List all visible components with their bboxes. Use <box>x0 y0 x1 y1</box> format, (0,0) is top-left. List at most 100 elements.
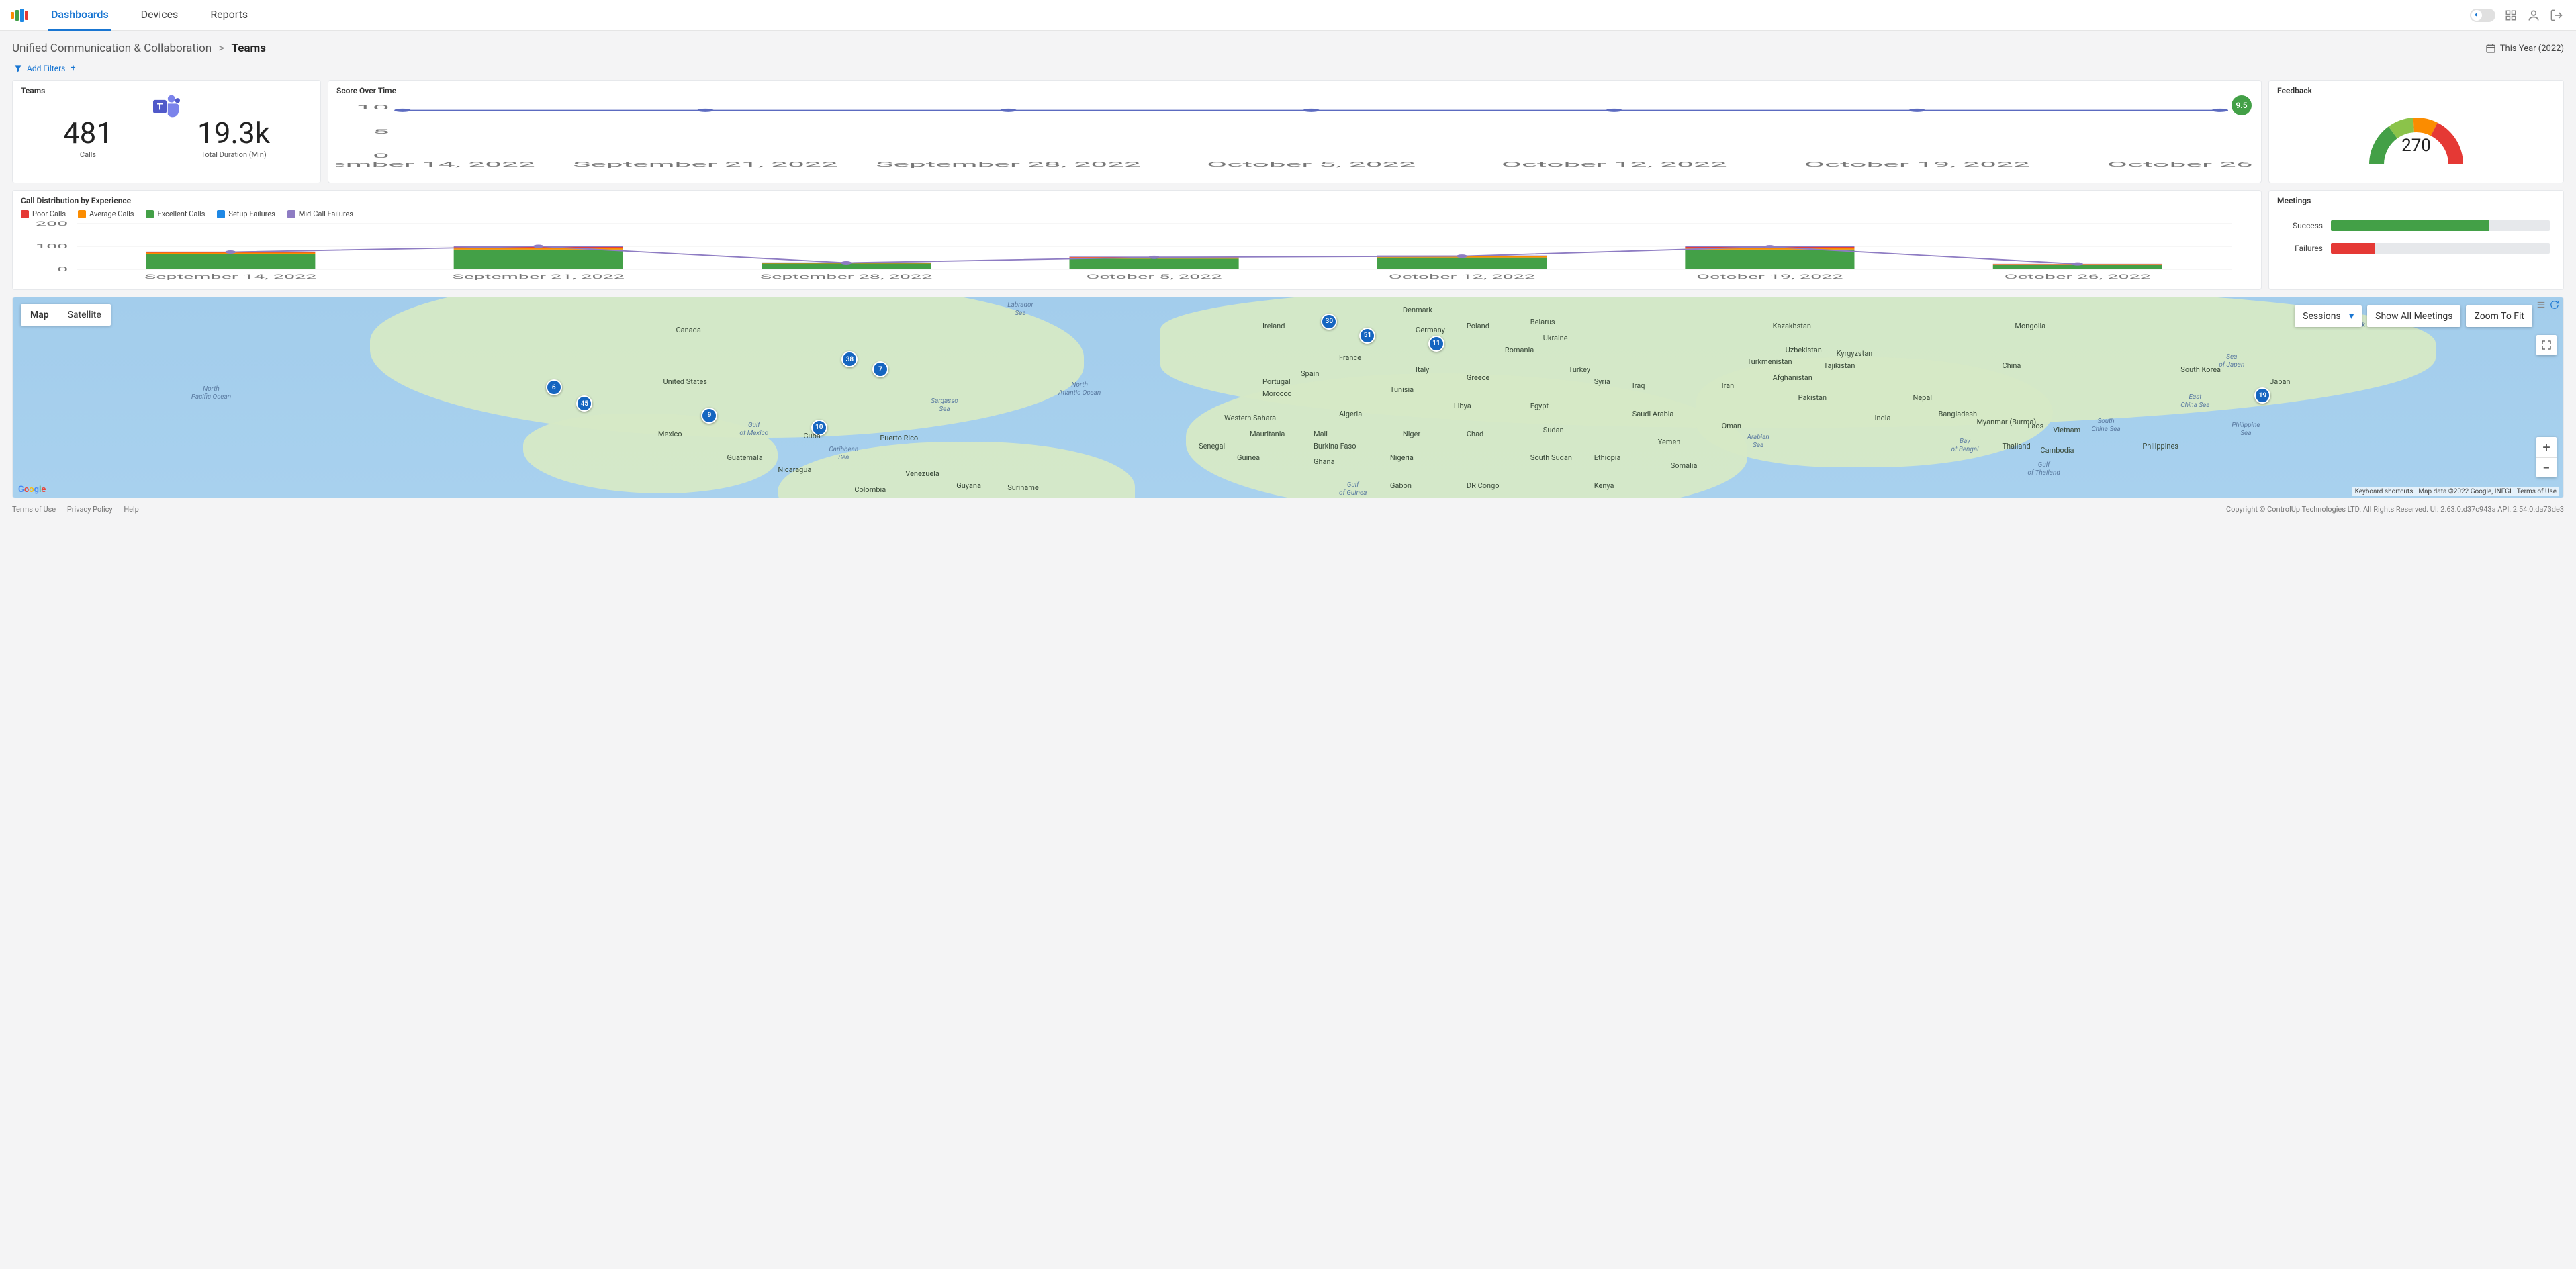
nav-tab-dashboards[interactable]: Dashboards <box>48 0 111 31</box>
map-country-label: Somalia <box>1671 461 1698 470</box>
map-marker[interactable]: 6 <box>546 379 562 395</box>
feedback-card: Feedback 270 <box>2268 80 2564 183</box>
user-icon[interactable] <box>2526 8 2541 23</box>
map-keyboard-shortcuts[interactable]: Keyboard shortcuts <box>2355 488 2413 496</box>
map-country-label: Nigeria <box>1390 453 1414 462</box>
plus-icon[interactable]: + <box>71 63 75 73</box>
map-country-label: Romania <box>1505 346 1534 355</box>
map-country-label: Nepal <box>1913 393 1933 402</box>
score-card-title: Score Over Time <box>336 86 2253 95</box>
moon-icon: ◐ <box>2471 10 2482 21</box>
calls-label: Calls <box>63 150 113 159</box>
map-country-label: Uzbekistan <box>1786 346 1822 355</box>
map-type-satellite[interactable]: Satellite <box>58 304 111 326</box>
logout-icon[interactable] <box>2549 8 2564 23</box>
map-country-label: Ethiopia <box>1594 453 1621 462</box>
calendar-icon <box>2485 43 2496 54</box>
map-water-label: Gulfof Mexico <box>739 422 768 438</box>
feedback-card-title: Feedback <box>2277 86 2555 95</box>
map-country-label: Sudan <box>1543 426 1564 434</box>
map-water-label: EastChina Sea <box>2180 393 2209 410</box>
map-country-label: Guyana <box>956 481 981 490</box>
grid-icon[interactable] <box>2503 8 2518 23</box>
map-type-map[interactable]: Map <box>21 304 58 326</box>
svg-text:October 5, 2022: October 5, 2022 <box>1207 161 1416 168</box>
date-range-picker[interactable]: This Year (2022) <box>2485 43 2564 54</box>
map-country-label: Iraq <box>1632 381 1645 390</box>
add-filters-button[interactable]: Add Filters <box>27 64 65 73</box>
score-line-chart: 0510September 14, 2022September 21, 2022… <box>336 103 2253 168</box>
footer-right: Copyright © ControlUp Technologies LTD. … <box>2226 505 2564 514</box>
svg-text:September 28, 2022: September 28, 2022 <box>760 273 932 280</box>
map-water-label: ArabianSea <box>1747 434 1769 450</box>
svg-text:10: 10 <box>356 104 389 111</box>
svg-text:September 14, 2022: September 14, 2022 <box>336 161 535 168</box>
distribution-card: Call Distribution by Experience Poor Cal… <box>12 190 2262 290</box>
map-country-label: Kenya <box>1594 481 1614 490</box>
map-card: 64591038730511119CanadaUnited StatesMexi… <box>12 297 2564 498</box>
fullscreen-icon[interactable] <box>2536 335 2557 355</box>
map-water-label: NorthAtlantic Ocean <box>1058 381 1101 397</box>
map-country-label: China <box>2002 361 2021 370</box>
legend-item[interactable]: Poor Calls <box>21 209 66 218</box>
date-range-label: This Year (2022) <box>2500 44 2564 54</box>
map-country-label: Tajikistan <box>1824 361 1855 370</box>
map-water-label: NorthPacific Ocean <box>191 385 231 402</box>
map-country-label: Turkey <box>1569 365 1590 374</box>
breadcrumb-separator: > <box>218 42 224 55</box>
calls-metric: 481 Calls <box>63 118 113 159</box>
legend-item[interactable]: Average Calls <box>78 209 134 218</box>
legend-item[interactable]: Mid-Call Failures <box>287 209 353 218</box>
duration-metric: 19.3k Total Duration (Min) <box>197 118 270 159</box>
filters-row: Add Filters + <box>12 60 2564 80</box>
footer-privacy[interactable]: Privacy Policy <box>67 505 113 514</box>
map-marker[interactable]: 51 <box>1359 328 1375 344</box>
menu-icon[interactable] <box>2536 300 2546 310</box>
map-country-label: Vietnam <box>2053 426 2080 434</box>
map-country-label: Suriname <box>1007 483 1039 492</box>
map-country-label: Cambodia <box>2040 446 2074 455</box>
map-country-label: Oman <box>1722 422 1741 430</box>
map-country-label: Libya <box>1454 402 1471 410</box>
map-country-label: Senegal <box>1199 442 1225 451</box>
svg-text:October 26, 2022: October 26, 2022 <box>2005 273 2151 280</box>
svg-text:0: 0 <box>373 152 389 160</box>
score-card: Score Over Time 9.5 0510September 14, 20… <box>328 80 2262 183</box>
map-country-label: Spain <box>1301 369 1319 378</box>
map-credits: Keyboard shortcuts Map data ©2022 Google… <box>2352 487 2559 496</box>
zoom-out-button[interactable]: − <box>2536 457 2557 477</box>
duration-value: 19.3k <box>197 118 270 148</box>
map-country-label: France <box>1339 353 1361 362</box>
feedback-gauge: 270 <box>2356 104 2477 171</box>
footer-terms[interactable]: Terms of Use <box>12 505 56 514</box>
map-country-label: Pakistan <box>1798 393 1827 402</box>
map-country-label: Gabon <box>1390 481 1412 490</box>
svg-text:October 12, 2022: October 12, 2022 <box>1389 273 1535 280</box>
svg-text:October 19, 2022: October 19, 2022 <box>1696 273 1843 280</box>
map-country-label: Egypt <box>1530 402 1549 410</box>
distribution-chart: 0100200September 14, 2022September 21, 2… <box>21 221 2253 280</box>
svg-text:October 19, 2022: October 19, 2022 <box>1804 161 2030 168</box>
map-country-label: Ukraine <box>1543 334 1568 342</box>
refresh-icon[interactable] <box>2550 300 2559 310</box>
svg-text:September 14, 2022: September 14, 2022 <box>144 273 316 280</box>
nav-tab-devices[interactable]: Devices <box>138 0 181 31</box>
map-country-label: Mexico <box>658 430 682 438</box>
top-nav: Dashboards Devices Reports ◐ <box>0 0 2576 31</box>
zoom-in-button[interactable]: + <box>2536 437 2557 457</box>
legend-item[interactable]: Setup Failures <box>217 209 275 218</box>
map-country-label: Niger <box>1403 430 1420 438</box>
map-country-label: Nicaragua <box>778 465 811 474</box>
theme-toggle[interactable]: ◐ <box>2470 9 2495 22</box>
svg-text:October 26, 2022: October 26, 2022 <box>2107 161 2253 168</box>
map-country-label: Italy <box>1416 365 1429 374</box>
svg-text:October 12, 2022: October 12, 2022 <box>1502 161 1727 168</box>
map-marker[interactable]: 11 <box>1428 336 1444 352</box>
footer-help[interactable]: Help <box>124 505 139 514</box>
distribution-legend: Poor Calls Average Calls Excellent Calls Se… <box>21 209 2253 218</box>
legend-item[interactable]: Excellent Calls <box>146 209 205 218</box>
breadcrumb-parent[interactable]: Unified Communication & Collaboration <box>12 42 212 55</box>
map-terms[interactable]: Terms of Use <box>2517 488 2557 496</box>
svg-text:October 5, 2022: October 5, 2022 <box>1086 273 1222 280</box>
nav-tab-reports[interactable]: Reports <box>208 0 250 31</box>
